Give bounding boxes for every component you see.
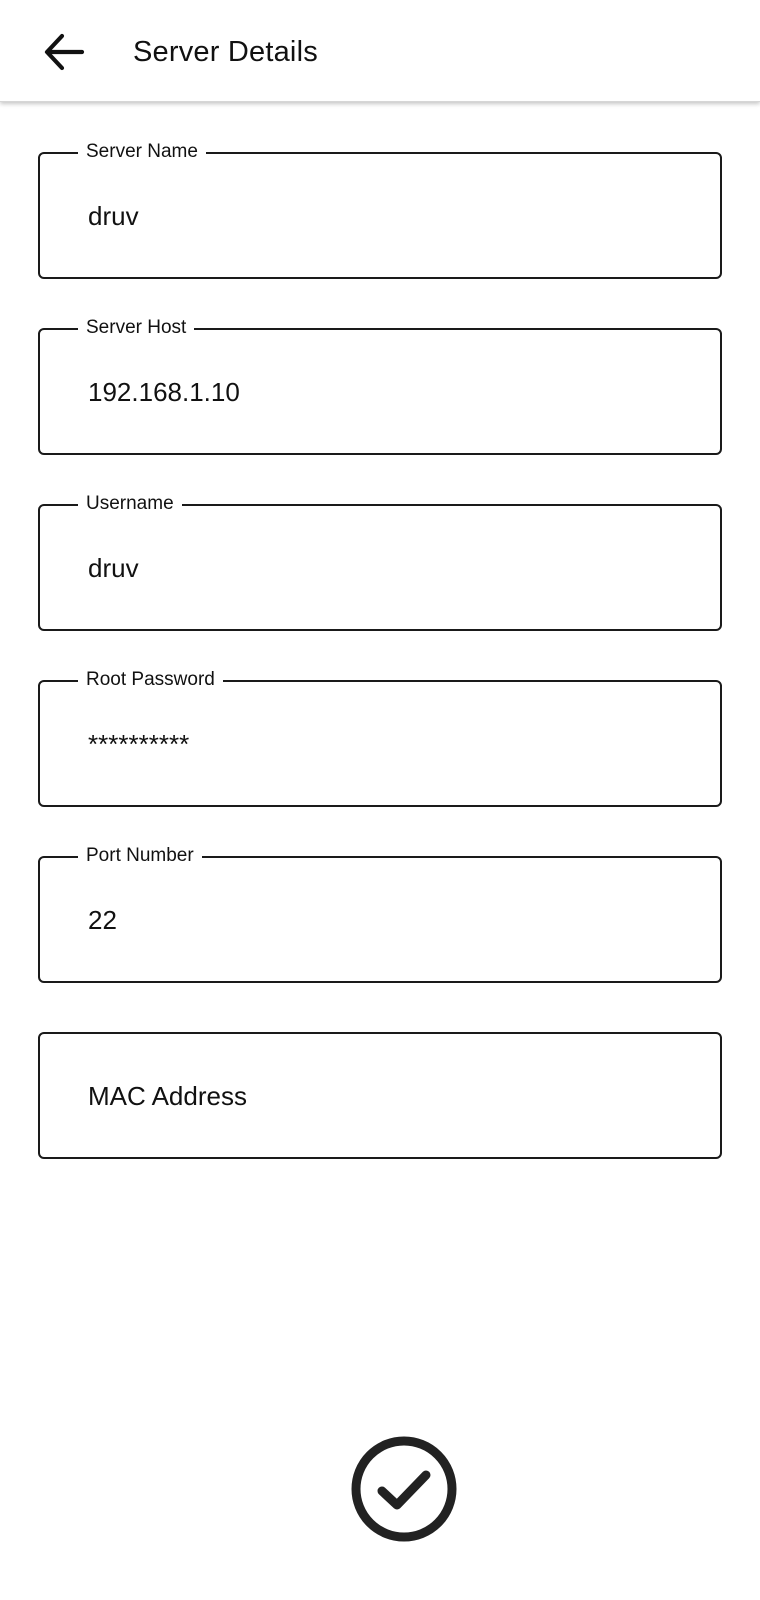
username-value[interactable]: druv <box>88 552 139 584</box>
arrow-left-icon <box>44 33 85 71</box>
server-name-field[interactable]: Server Name druv <box>38 141 722 279</box>
username-label: Username <box>78 493 182 515</box>
port-number-value[interactable]: 22 <box>88 904 117 936</box>
save-button[interactable] <box>350 1435 458 1543</box>
page-title: Server Details <box>133 36 318 68</box>
port-number-field[interactable]: Port Number 22 <box>38 845 722 983</box>
server-host-value[interactable]: 192.168.1.10 <box>88 376 240 408</box>
mac-address-field[interactable]: MAC Address <box>38 1032 722 1159</box>
server-name-value[interactable]: druv <box>88 200 139 232</box>
username-field[interactable]: Username druv <box>38 493 722 631</box>
server-host-label: Server Host <box>78 317 195 339</box>
server-name-label: Server Name <box>78 141 206 163</box>
check-circle-icon <box>351 1436 457 1542</box>
mac-address-placeholder[interactable]: MAC Address <box>88 1080 247 1112</box>
app-bar: Server Details <box>0 0 760 102</box>
root-password-label: Root Password <box>78 669 223 691</box>
root-password-field[interactable]: Root Password ********** <box>38 669 722 807</box>
server-host-field[interactable]: Server Host 192.168.1.10 <box>38 317 722 455</box>
root-password-value[interactable]: ********** <box>88 728 189 760</box>
port-number-label: Port Number <box>78 845 202 867</box>
back-button[interactable] <box>38 26 90 78</box>
